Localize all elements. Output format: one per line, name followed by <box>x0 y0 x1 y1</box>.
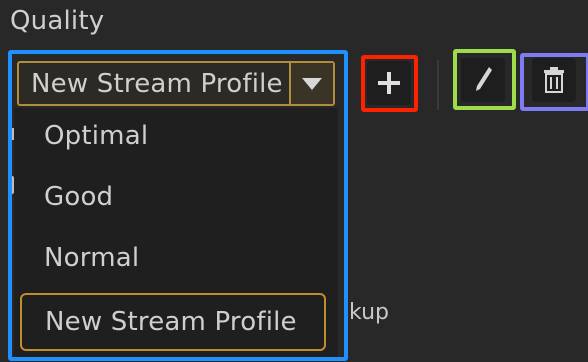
background-text: kup <box>349 300 389 325</box>
toolbar-divider <box>437 60 439 110</box>
highlight-box-edit <box>453 49 516 110</box>
highlight-box-delete <box>520 53 588 111</box>
section-title: Quality <box>10 6 105 36</box>
highlight-box-dropdown <box>8 50 348 361</box>
highlight-box-add <box>361 55 418 112</box>
